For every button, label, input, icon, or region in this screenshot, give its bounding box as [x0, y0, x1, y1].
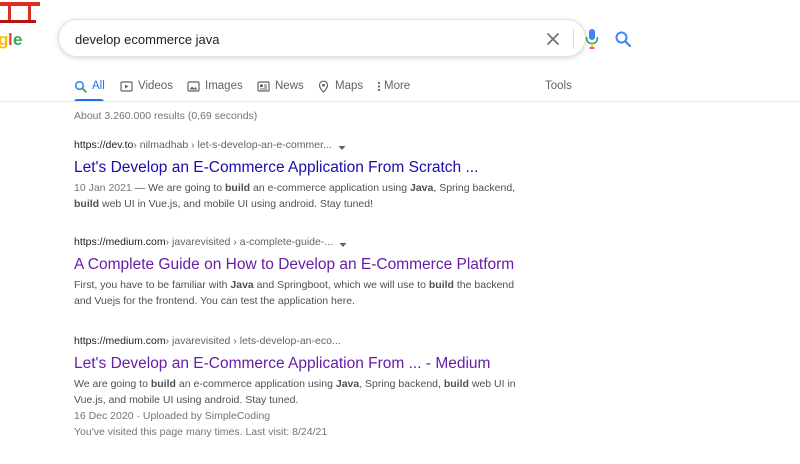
snippet-text: We are going to: [74, 378, 151, 390]
tab-videos[interactable]: Videos: [120, 76, 173, 96]
microphone-icon[interactable]: [585, 28, 599, 50]
tab-images[interactable]: Images: [187, 76, 243, 96]
search-input[interactable]: [75, 29, 475, 49]
result-url-crumb: https://dev.to › nilmadhab › let-s-devel…: [74, 137, 534, 153]
result-date: 10 Jan 2021: [74, 182, 132, 194]
tools-button[interactable]: Tools: [545, 76, 572, 96]
search-icon[interactable]: [614, 30, 632, 48]
video-play-icon: [120, 80, 133, 93]
snippet-keyword: build: [428, 279, 454, 291]
result-snippet: 10 Jan 2021 — We are going to build an e…: [74, 180, 534, 212]
tab-label: News: [275, 80, 304, 92]
search-box-separator: [573, 29, 574, 49]
tabs-divider: [0, 101, 800, 102]
snippet-keyword: Java: [230, 279, 254, 291]
tab-label: Videos: [138, 80, 173, 92]
result-snippet: We are going to build an e-commerce appl…: [74, 376, 534, 408]
search-icon: [74, 80, 87, 93]
result-visited-note: You've visited this page many times. Las…: [74, 426, 328, 438]
snippet-text: web UI in Vue.js, and mobile UI using an…: [99, 198, 374, 210]
result-snippet: First, you have to be familiar with Java…: [74, 277, 534, 309]
snippet-text: an e-commerce application using: [250, 182, 410, 194]
snippet-keyword: build: [74, 198, 100, 210]
snippet-text: , Spring backend,: [433, 182, 516, 194]
search-result: https://medium.com › javarevisited › a-c…: [74, 234, 534, 309]
snippet-keyword: build: [150, 378, 176, 390]
clear-x-icon[interactable]: [545, 31, 561, 47]
result-stats: About 3.260.000 results (0,69 seconds): [74, 110, 258, 122]
snippet-keyword: build: [443, 378, 469, 390]
result-url-crumb: https://medium.com › javarevisited › let…: [74, 333, 534, 349]
result-site[interactable]: https://dev.to: [74, 139, 133, 151]
more-vertical-icon: [376, 80, 382, 93]
result-url-crumb: https://medium.com › javarevisited › a-c…: [74, 234, 534, 250]
image-icon: [187, 80, 200, 93]
snippet-text: First, you have to be familiar with: [74, 279, 231, 291]
snippet-keyword: Java: [335, 378, 360, 390]
result-title-link[interactable]: Let's Develop an E-Commerce Application …: [74, 158, 534, 178]
google-logo[interactable]: g l e: [0, 0, 46, 56]
snippet-text: an e-commerce application using: [175, 378, 336, 390]
search-box[interactable]: [58, 19, 632, 57]
snippet-keyword: build: [225, 182, 251, 194]
tab-label: Images: [205, 80, 243, 92]
snippet-keyword: Java: [410, 182, 434, 194]
tab-label: Maps: [335, 80, 364, 92]
chevron-down-icon[interactable]: [338, 142, 346, 150]
snippet-text: and Springboot, which we will use to: [253, 279, 429, 291]
tab-label: More: [384, 80, 411, 92]
tab-maps[interactable]: Maps: [317, 76, 363, 96]
chevron-down-icon[interactable]: [339, 239, 347, 247]
search-result: https://medium.com › javarevisited › let…: [74, 333, 534, 440]
result-title-link[interactable]: A Complete Guide on How to Develop an E-…: [74, 255, 534, 275]
tab-label: All: [92, 80, 105, 92]
result-path: › javarevisited › a-complete-guide-...: [165, 236, 334, 248]
tab-more[interactable]: More: [376, 76, 410, 96]
map-pin-icon: [317, 80, 330, 93]
result-title-link[interactable]: Let's Develop an E-Commerce Application …: [74, 354, 534, 374]
tab-all[interactable]: All: [74, 76, 105, 96]
snippet-text: — We are going to: [131, 182, 225, 194]
newspaper-icon: [257, 80, 270, 93]
result-path: › nilmadhab › let-s-develop-an-e-commer.…: [133, 139, 332, 151]
result-site[interactable]: https://medium.com: [74, 236, 166, 248]
result-site[interactable]: https://medium.com: [74, 335, 166, 347]
svg-text:e: e: [13, 30, 22, 49]
search-result: https://dev.to › nilmadhab › let-s-devel…: [74, 137, 534, 212]
tab-news[interactable]: News: [257, 76, 304, 96]
snippet-text: , Spring backend,: [359, 378, 444, 390]
result-upload-info: 16 Dec 2020 · Uploaded by SimpleCoding: [74, 410, 271, 422]
result-path: › javarevisited › lets-develop-an-eco...: [165, 335, 341, 347]
